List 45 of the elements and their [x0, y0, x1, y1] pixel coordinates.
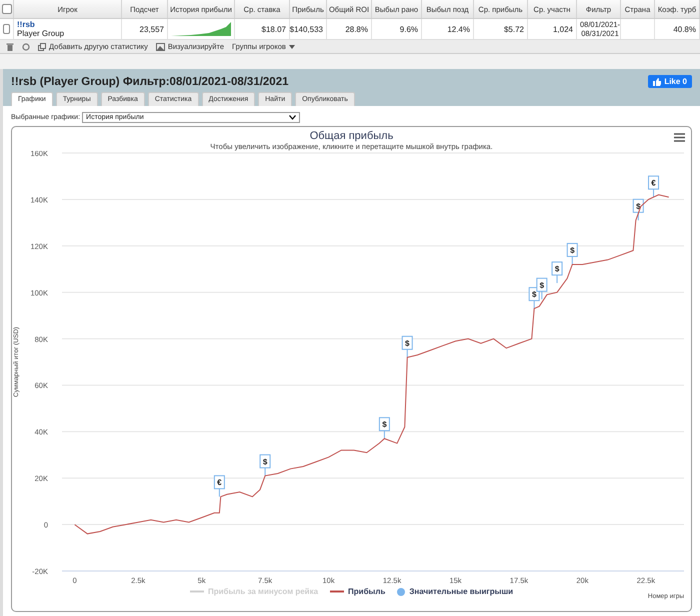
win-flag: $	[632, 198, 644, 221]
legend-item[interactable]: Значительные выигрыши	[397, 587, 514, 596]
table-cell: $5.72	[474, 19, 528, 39]
win-flag: €	[213, 475, 224, 498]
win-flag: $	[259, 454, 270, 476]
annotation: $	[262, 457, 268, 466]
annotation: €	[216, 478, 222, 488]
image-icon	[156, 42, 165, 50]
menu-icon[interactable]	[674, 133, 685, 142]
table-cell: 40.8%	[655, 19, 700, 39]
annotation: $	[382, 420, 387, 430]
table-cell: 1,024	[528, 19, 577, 39]
win-flag: $	[536, 278, 547, 300]
chevron-icon	[289, 115, 296, 120]
annotation: $	[554, 264, 560, 274]
like-button[interactable]: Like 0	[648, 75, 692, 88]
table-cell: $140,533	[290, 19, 327, 39]
table-cell: 28.8%	[327, 19, 372, 39]
annotation: $	[636, 202, 641, 211]
copy-icon	[38, 42, 46, 50]
table-cell: $18.07	[235, 19, 290, 39]
annotation: $	[531, 290, 536, 300]
annotation: $	[404, 338, 410, 348]
annotation: €	[650, 178, 656, 188]
win-flag: $	[378, 417, 390, 440]
player-link[interactable]: !!rsb	[17, 20, 121, 29]
refresh-icon[interactable]	[22, 42, 30, 50]
table-cell: 9.6%	[372, 19, 422, 39]
win-flag: $	[551, 262, 562, 284]
trash-icon[interactable]	[6, 42, 14, 50]
row-checkbox[interactable]	[3, 24, 10, 34]
table-cell: 23,557	[122, 19, 168, 39]
annotation: $	[570, 246, 575, 255]
thumbs-up-icon	[653, 78, 662, 86]
win-flag: €	[648, 176, 659, 198]
win-flag: $	[401, 336, 412, 358]
table-cell: 12.4%	[422, 19, 474, 39]
annotation: $	[539, 280, 544, 290]
panel-title: !!rsb (Player Group) Фильтр:08/01/2021-08/31/2021	[11, 76, 288, 88]
caret-icon	[288, 44, 295, 48]
select-all-checkbox[interactable]	[2, 4, 12, 14]
win-flag: $	[566, 242, 578, 265]
legend-item[interactable]: Прибыль	[330, 587, 386, 596]
chart-title: Общая прибыль	[310, 130, 394, 142]
player-group: Player Group	[17, 29, 121, 38]
